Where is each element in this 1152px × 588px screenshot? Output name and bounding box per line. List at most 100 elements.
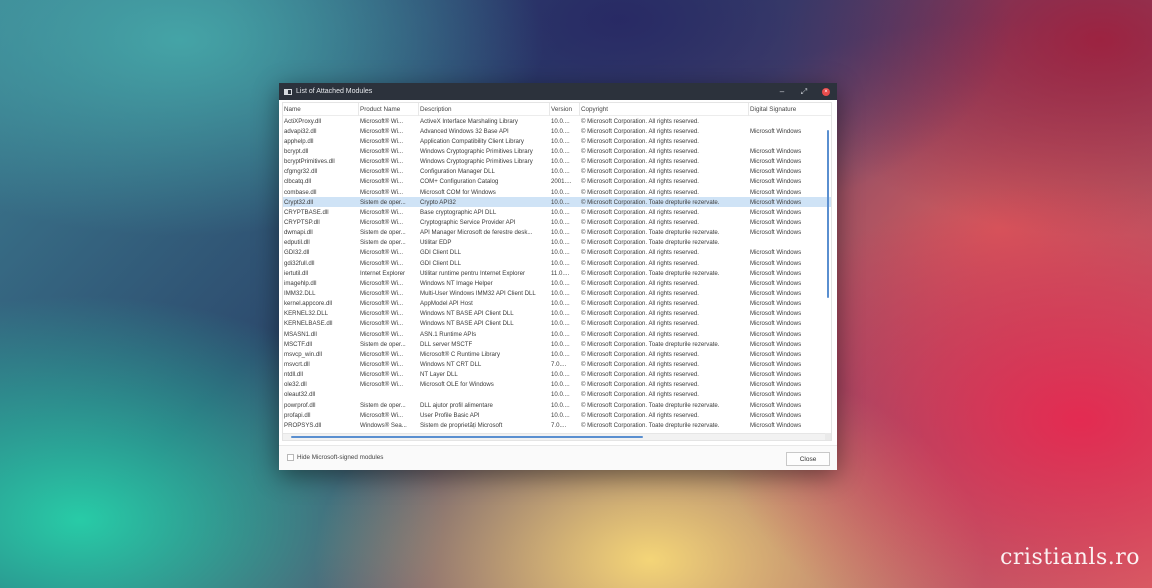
- module-row[interactable]: clbcatq.dll Microsoft® Wi... COM+ Configur…: [283, 177, 831, 187]
- hide-ms-signed-checkbox[interactable]: [287, 454, 294, 461]
- horizontal-scrollbar-track[interactable]: [283, 433, 831, 440]
- cell-version: 10.0....: [551, 147, 570, 155]
- cell-name: KERNEL32.DLL: [284, 310, 329, 318]
- cell-name: CRYPTBASE.dll: [284, 208, 329, 216]
- cell-version: 10.0....: [551, 198, 570, 206]
- close-icon: ×: [822, 87, 830, 96]
- cell-description: Microsoft OLE for Windows: [420, 381, 494, 389]
- cell-product: Microsoft® Wi...: [360, 350, 404, 358]
- module-row[interactable]: apphelp.dll Microsoft® Wi... Application C…: [283, 136, 831, 146]
- cell-copyright: © Microsoft Corporation. Toate drepturil…: [581, 198, 720, 206]
- cell-copyright: © Microsoft Corporation. All rights rese…: [581, 208, 699, 216]
- module-row[interactable]: kernel.appcore.dll Microsoft® Wi... AppMod…: [283, 299, 831, 309]
- cell-description: ActiveX Interface Marshaling Library: [420, 117, 518, 125]
- cell-product: Microsoft® Wi...: [360, 360, 404, 368]
- cell-description: Windows NT BASE API Client DLL: [420, 310, 514, 318]
- modules-list[interactable]: Name Product Name Description Version Co…: [282, 102, 832, 441]
- module-row[interactable]: imagehlp.dll Microsoft® Wi... Windows NT I…: [283, 278, 831, 288]
- module-row[interactable]: KERNEL32.DLL Microsoft® Wi... Windows NT B…: [283, 309, 831, 319]
- cell-description: DLL server MSCTF: [420, 340, 473, 348]
- module-row[interactable]: Crypt32.dll Sistem de oper... Crypto API32…: [283, 197, 831, 208]
- module-row[interactable]: dwmapi.dll Sistem de oper... API Manager M…: [283, 228, 831, 238]
- module-row[interactable]: CRYPTSP.dll Microsoft® Wi... Cryptographic…: [283, 217, 831, 227]
- column-header-name[interactable]: Name: [283, 103, 359, 116]
- column-header-signature[interactable]: Digital Signature: [749, 103, 829, 116]
- module-row[interactable]: ActiXProxy.dll Microsoft® Wi... ActiveX In…: [283, 116, 831, 126]
- cell-signature: Microsoft Windows: [750, 188, 802, 196]
- column-header-copyright[interactable]: Copyright: [580, 103, 749, 116]
- title-bar[interactable]: List of Attached Modules – ⤢ ×: [279, 83, 837, 100]
- cell-product: Microsoft® Wi...: [360, 300, 404, 308]
- cell-product: Sistem de oper...: [360, 239, 406, 247]
- module-row[interactable]: ole32.dll Microsoft® Wi... Microsoft OLE f…: [283, 380, 831, 390]
- cell-description: GDI Client DLL: [420, 249, 461, 257]
- scroll-corner: [825, 433, 831, 440]
- module-row[interactable]: MSASN1.dll Microsoft® Wi... ASN.1 Runtime …: [283, 329, 831, 339]
- cell-signature: Microsoft Windows: [750, 198, 802, 206]
- cell-signature: Microsoft Windows: [750, 208, 802, 216]
- cell-description: Microsoft® C Runtime Library: [420, 350, 501, 358]
- cell-product: Microsoft® Wi...: [360, 147, 404, 155]
- cell-product: Sistem de oper...: [360, 401, 406, 409]
- module-row[interactable]: msvcrt.dll Microsoft® Wi... Windows NT CRT…: [283, 359, 831, 369]
- cell-copyright: © Microsoft Corporation. All rights rese…: [581, 147, 699, 155]
- column-header-description[interactable]: Description: [419, 103, 550, 116]
- module-row[interactable]: powrprof.dll Sistem de oper... DLL ajutor …: [283, 400, 831, 410]
- module-row[interactable]: combase.dll Microsoft® Wi... Microsoft COM…: [283, 187, 831, 197]
- cell-description: Cryptographic Service Provider API: [420, 218, 516, 226]
- cell-copyright: © Microsoft Corporation. All rights rese…: [581, 188, 699, 196]
- cell-version: 2001....: [551, 178, 572, 186]
- cell-version: 10.0....: [551, 229, 570, 237]
- cell-name: apphelp.dll: [284, 137, 314, 145]
- module-row[interactable]: CRYPTBASE.dll Microsoft® Wi... Base crypto…: [283, 207, 831, 217]
- cell-description: API Manager Microsoft de ferestre desk..…: [420, 229, 533, 237]
- cell-version: 10.0....: [551, 350, 570, 358]
- cell-signature: Microsoft Windows: [750, 411, 802, 419]
- cell-version: 10.0....: [551, 259, 570, 267]
- cell-name: ntdll.dll: [284, 371, 303, 379]
- module-row[interactable]: MSCTF.dll Sistem de oper... DLL server MSC…: [283, 339, 831, 349]
- cell-version: 10.0....: [551, 188, 570, 196]
- module-row[interactable]: profapi.dll Microsoft® Wi... User Profile …: [283, 410, 831, 420]
- cell-product: Microsoft® Wi...: [360, 208, 404, 216]
- minimize-button[interactable]: –: [771, 83, 793, 100]
- cell-name: CRYPTSP.dll: [284, 218, 320, 226]
- cell-name: oleaut32.dll: [284, 391, 316, 399]
- vertical-scrollbar[interactable]: [827, 130, 829, 298]
- hide-ms-signed-option[interactable]: Hide Microsoft-signed modules: [287, 454, 383, 461]
- module-row[interactable]: IMM32.DLL Microsoft® Wi... Multi-User Wind…: [283, 288, 831, 298]
- cell-description: Windows Cryptographic Primitives Library: [420, 147, 533, 155]
- cell-name: ActiXProxy.dll: [284, 117, 322, 125]
- cell-product: Microsoft® Wi...: [360, 320, 404, 328]
- cell-version: 10.0....: [551, 279, 570, 287]
- module-row[interactable]: advapi32.dll Microsoft® Wi... Advanced Win…: [283, 126, 831, 136]
- module-row[interactable]: edputil.dll Sistem de oper... Utilitar EDP…: [283, 238, 831, 248]
- module-row[interactable]: cfgmgr32.dll Microsoft® Wi... Configuratio…: [283, 167, 831, 177]
- module-row[interactable]: oleaut32.dll 10.0.... © Microsoft Corporat…: [283, 390, 831, 400]
- module-row[interactable]: msvcp_win.dll Microsoft® Wi... Microsoft® …: [283, 349, 831, 359]
- module-row[interactable]: KERNELBASE.dll Microsoft® Wi... Windows NT…: [283, 319, 831, 329]
- module-row[interactable]: bcrypt.dll Microsoft® Wi... Windows Crypto…: [283, 146, 831, 156]
- cell-copyright: © Microsoft Corporation. All rights rese…: [581, 279, 699, 287]
- cell-copyright: © Microsoft Corporation. All rights rese…: [581, 300, 699, 308]
- cell-product: Sistem de oper...: [360, 198, 406, 206]
- close-window-button[interactable]: ×: [815, 83, 837, 100]
- cell-name: PROPSYS.dll: [284, 421, 322, 429]
- module-row[interactable]: ntdll.dll Microsoft® Wi... NT Layer DLL 10.…: [283, 370, 831, 380]
- maximize-button[interactable]: ⤢: [793, 83, 815, 100]
- cell-product: Microsoft® Wi...: [360, 188, 404, 196]
- module-row[interactable]: gdi32full.dll Microsoft® Wi... GDI Client …: [283, 258, 831, 268]
- cell-name: GDI32.dll: [284, 249, 310, 257]
- cell-name: profapi.dll: [284, 411, 311, 419]
- column-header-product[interactable]: Product Name: [359, 103, 419, 116]
- module-row[interactable]: iertutil.dll Internet Explorer Utilitar ru…: [283, 268, 831, 278]
- cell-version: 10.0....: [551, 137, 570, 145]
- close-button[interactable]: Close: [786, 452, 830, 466]
- cell-product: Microsoft® Wi...: [360, 249, 404, 257]
- horizontal-scrollbar-thumb[interactable]: [291, 436, 643, 438]
- cell-name: IMM32.DLL: [284, 289, 316, 297]
- module-row[interactable]: bcryptPrimitives.dll Microsoft® Wi... Wind…: [283, 157, 831, 167]
- column-header-version[interactable]: Version: [550, 103, 580, 116]
- module-row[interactable]: PROPSYS.dll Windows® Sea... Sistem de prop…: [283, 420, 831, 430]
- module-row[interactable]: GDI32.dll Microsoft® Wi... GDI Client DLL 1…: [283, 248, 831, 258]
